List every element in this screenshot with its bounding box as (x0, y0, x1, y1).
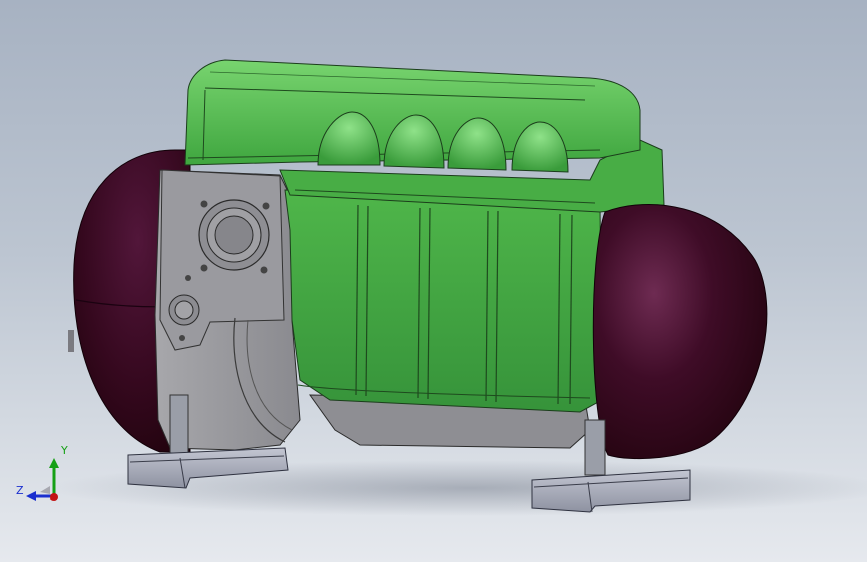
engine-model[interactable] (0, 0, 867, 562)
triad-origin (50, 493, 58, 501)
y-axis-arrow (49, 458, 59, 468)
small-bore-inner (174, 300, 194, 320)
z-axis-arrow (26, 491, 36, 501)
bolt-hole (260, 266, 268, 274)
right-mount-post (584, 419, 606, 476)
cad-viewport[interactable]: Y Z (0, 0, 867, 562)
triad-plane-gray (40, 486, 50, 494)
left-mount-post (169, 394, 189, 454)
bolt-hole (200, 200, 208, 208)
main-bore-inner (214, 215, 254, 255)
bolt-hole (185, 275, 191, 281)
left-tank-valve (68, 330, 74, 352)
right-tank[interactable] (592, 203, 768, 460)
z-axis-label: Z (16, 484, 24, 497)
bolt-hole (200, 264, 208, 272)
y-axis-label: Y (60, 444, 68, 457)
cylinder-block[interactable] (284, 189, 603, 413)
bolt-hole (179, 335, 185, 341)
coordinate-triad: Y Z (16, 444, 68, 501)
bolt-hole (262, 202, 270, 210)
